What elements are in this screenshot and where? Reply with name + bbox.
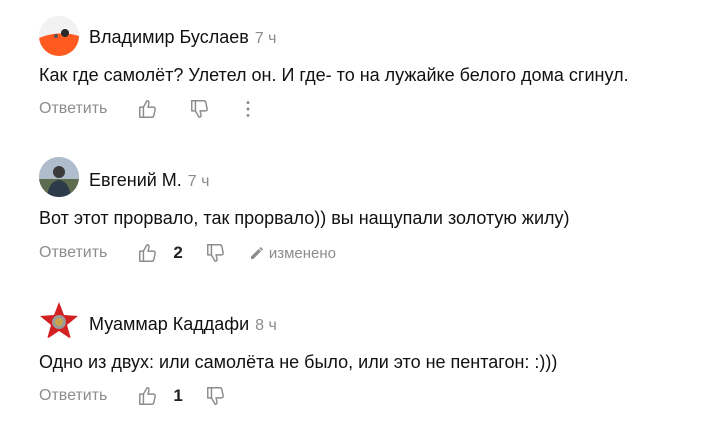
- comment-actions: Ответить: [39, 97, 259, 121]
- avatar[interactable]: [39, 301, 79, 341]
- author-name[interactable]: Владимир Буслаев: [89, 27, 249, 47]
- like-count: 1: [173, 386, 183, 405]
- thumbs-down-icon[interactable]: [205, 385, 227, 407]
- comment-author[interactable]: Владимир Буслаев 7 ч: [89, 27, 277, 48]
- more-vertical-icon[interactable]: [237, 98, 259, 120]
- pencil-icon: [249, 245, 265, 261]
- reply-button[interactable]: Ответить: [39, 244, 107, 262]
- comment-time: 8 ч: [255, 317, 277, 334]
- edited-indicator: изменено: [249, 245, 336, 262]
- comment-text: Как где самолёт? Улетел он. И где- то на…: [39, 65, 629, 85]
- author-name[interactable]: Муаммар Каддафи: [89, 314, 249, 334]
- comment-author[interactable]: Евгений М. 7 ч: [89, 170, 209, 191]
- comment-time: 7 ч: [187, 173, 210, 190]
- comment-text: Вот этот прорвало, так прорвало)) вы нащ…: [39, 208, 570, 228]
- reply-button[interactable]: Ответить: [39, 100, 107, 118]
- comment-actions: Ответить 1: [39, 384, 227, 408]
- reply-button[interactable]: Ответить: [39, 387, 107, 405]
- comment-actions: Ответить 2 изменено: [39, 241, 336, 265]
- thumbs-up-icon[interactable]: [137, 98, 159, 120]
- comment-text: Одно из двух: или самолёта не было, или …: [39, 352, 558, 372]
- avatar[interactable]: [39, 157, 79, 197]
- edited-label: изменено: [268, 244, 337, 262]
- thumbs-down-icon[interactable]: [205, 242, 227, 264]
- author-name[interactable]: Евгений М.: [89, 170, 182, 190]
- comment-time: 7 ч: [254, 30, 277, 47]
- thumbs-down-icon[interactable]: [189, 98, 211, 120]
- thumbs-up-icon[interactable]: [137, 242, 159, 264]
- comment-author[interactable]: Муаммар Каддафи 8 ч: [89, 314, 277, 335]
- like-count: 2: [173, 243, 183, 262]
- avatar[interactable]: [39, 16, 79, 56]
- thumbs-up-icon[interactable]: [137, 385, 159, 407]
